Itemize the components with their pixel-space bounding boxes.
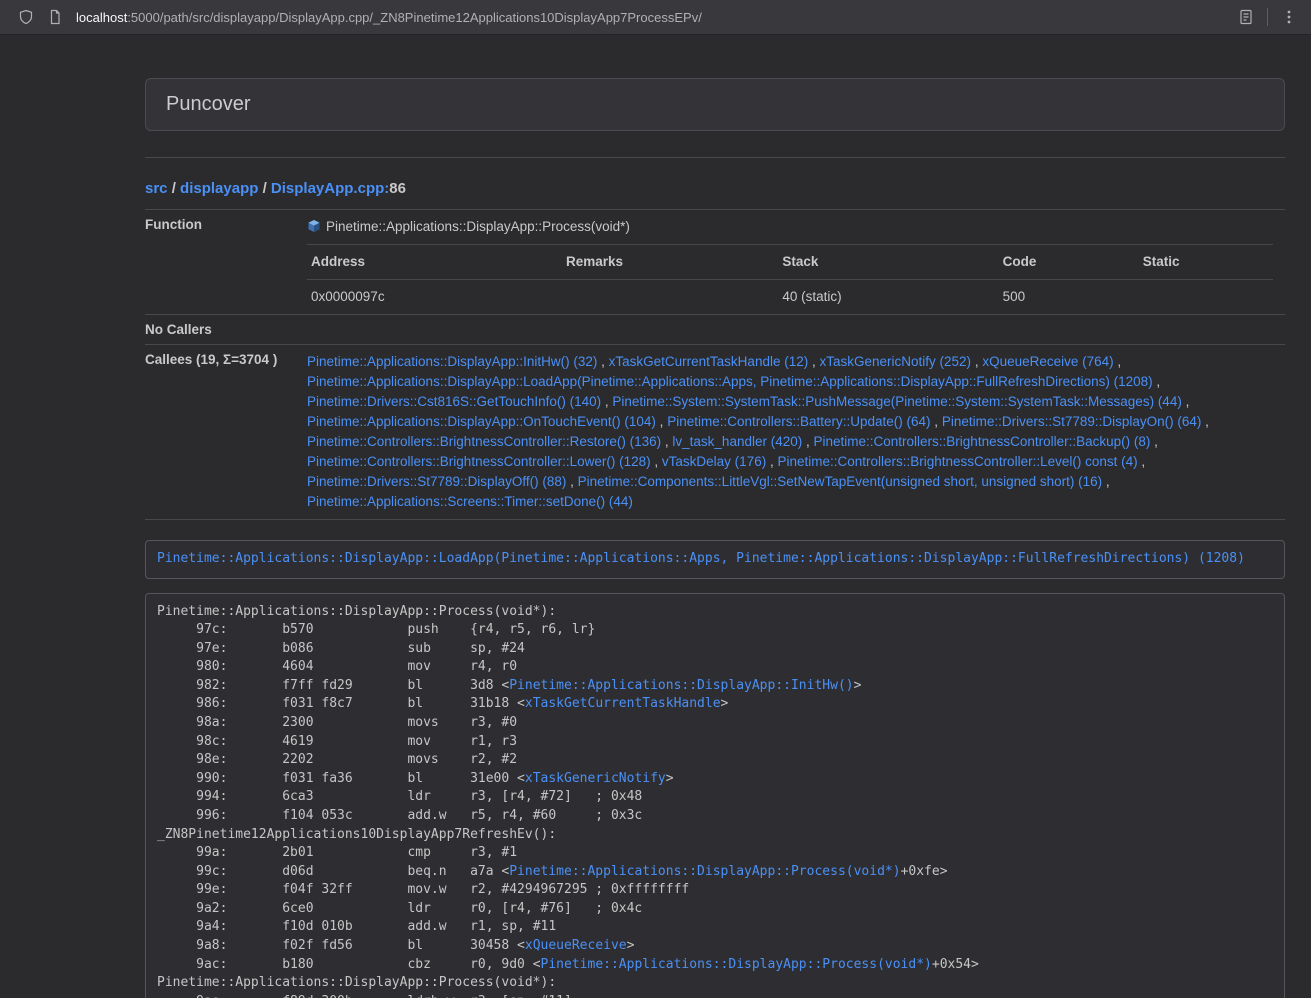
callee-separator: , [601, 394, 612, 409]
callee-separator: , [1114, 354, 1122, 369]
no-callers-cell [295, 315, 1285, 345]
callee-separator: , [971, 354, 982, 369]
callee-link[interactable]: Pinetime::Components::LittleVgl::SetNewT… [578, 474, 1103, 489]
callee-link[interactable]: xQueueReceive (764) [982, 354, 1113, 369]
callees-row: Callees (19, Σ=3704 ) Pinetime::Applicat… [145, 345, 1285, 520]
page-icon[interactable] [47, 9, 63, 25]
callee-link[interactable]: Pinetime::Controllers::BrightnessControl… [814, 434, 1151, 449]
callee-link[interactable]: Pinetime::Applications::DisplayApp::OnTo… [307, 414, 656, 429]
breadcrumb-text: 86 [389, 180, 406, 197]
code-symbol-link[interactable]: Pinetime::Applications::DisplayApp::Proc… [541, 957, 932, 972]
breadcrumb-link[interactable]: displayapp [180, 180, 258, 197]
callees-label: Callees (19, Σ=3704 ) [145, 345, 295, 520]
callee-link[interactable]: xTaskGetCurrentTaskHandle (12) [609, 354, 809, 369]
callee-link[interactable]: Pinetime::Controllers::BrightnessControl… [307, 454, 651, 469]
callee-link[interactable]: Pinetime::Applications::Screens::Timer::… [307, 494, 633, 509]
function-icon [307, 219, 321, 233]
breadcrumb-text: / [168, 180, 181, 197]
reader-mode-icon[interactable] [1238, 9, 1254, 25]
column-header: Static [1139, 245, 1273, 280]
highlighted-symbol-link[interactable]: Pinetime::Applications::DisplayApp::Load… [157, 551, 1245, 566]
column-header: Address [307, 245, 562, 280]
page-container: Puncover src / displayapp / DisplayApp.c… [145, 78, 1285, 998]
no-callers-row: No Callers [145, 315, 1285, 345]
code-symbol-link[interactable]: Pinetime::Applications::DisplayApp::Proc… [509, 864, 900, 879]
shield-icon[interactable] [18, 9, 34, 25]
code-symbol-link[interactable]: xQueueReceive [525, 938, 627, 953]
callee-separator: , [1153, 374, 1161, 389]
callee-link[interactable]: Pinetime::Applications::DisplayApp::Load… [307, 374, 1153, 389]
breadcrumb-text: / [258, 180, 271, 197]
callee-separator: , [1138, 454, 1146, 469]
callees-list: Pinetime::Applications::DisplayApp::Init… [295, 345, 1285, 520]
address-table: AddressRemarksStackCodeStatic 0x0000097c… [307, 244, 1273, 314]
callee-separator: , [651, 454, 662, 469]
callee-link[interactable]: Pinetime::Applications::DisplayApp::Init… [307, 354, 597, 369]
value-cell [1139, 280, 1273, 315]
callee-link[interactable]: Pinetime::System::SystemTask::PushMessag… [612, 394, 1181, 409]
url-bar[interactable]: localhost:5000/path/src/displayapp/Displ… [76, 10, 1225, 25]
value-cell: 40 (static) [778, 280, 998, 315]
callee-link[interactable]: Pinetime::Controllers::BrightnessControl… [307, 434, 661, 449]
function-cell: Pinetime::Applications::DisplayApp::Proc… [295, 210, 1285, 315]
callee-separator: , [766, 454, 777, 469]
callee-separator: , [931, 414, 942, 429]
value-cell: 500 [999, 280, 1139, 315]
address-table-values: 0x0000097c 40 (static)500 [307, 280, 1273, 315]
url-path: :5000/path/src/displayapp/DisplayApp.cpp… [127, 10, 702, 25]
code-symbol-link[interactable]: xTaskGenericNotify [525, 771, 666, 786]
column-header: Code [999, 245, 1139, 280]
value-cell: 0x0000097c [307, 280, 562, 315]
callee-link[interactable]: Pinetime::Drivers::St7789::DisplayOff() … [307, 474, 566, 489]
callee-link[interactable]: Pinetime::Drivers::St7789::DisplayOn() (… [942, 414, 1202, 429]
breadcrumb-link[interactable]: DisplayApp.cpp: [271, 180, 389, 197]
callee-separator: , [1201, 414, 1209, 429]
callee-separator: , [566, 474, 577, 489]
browser-toolbar: localhost:5000/path/src/displayapp/Displ… [0, 0, 1311, 35]
menu-kebab-icon[interactable] [1281, 9, 1297, 25]
callee-separator: , [656, 414, 667, 429]
column-header: Remarks [562, 245, 778, 280]
callee-separator: , [661, 434, 672, 449]
callee-separator: , [802, 434, 813, 449]
callee-link[interactable]: vTaskDelay (176) [662, 454, 766, 469]
divider [145, 157, 1285, 158]
function-label: Function [145, 210, 295, 315]
callee-separator: , [1150, 434, 1158, 449]
callee-separator: , [1182, 394, 1190, 409]
disassembly-code-block: Pinetime::Applications::DisplayApp::Proc… [145, 593, 1285, 998]
callee-link[interactable]: Pinetime::Drivers::Cst816S::GetTouchInfo… [307, 394, 601, 409]
value-cell [562, 280, 778, 315]
code-symbol-link[interactable]: xTaskGetCurrentTaskHandle [525, 696, 721, 711]
column-header: Stack [778, 245, 998, 280]
no-callers-label: No Callers [145, 315, 295, 345]
callee-link[interactable]: Pinetime::Controllers::BrightnessControl… [777, 454, 1137, 469]
toolbar-divider [1267, 8, 1268, 26]
highlighted-symbol-box: Pinetime::Applications::DisplayApp::Load… [145, 540, 1285, 579]
callee-separator: , [1102, 474, 1110, 489]
breadcrumb-link[interactable]: src [145, 180, 168, 197]
callee-link[interactable]: xTaskGenericNotify (252) [820, 354, 972, 369]
function-name: Pinetime::Applications::DisplayApp::Proc… [326, 219, 630, 234]
function-table: Function Pinetime::Applications::Display… [145, 209, 1285, 520]
callee-link[interactable]: lv_task_handler (420) [672, 434, 802, 449]
url-host: localhost [76, 10, 127, 25]
callee-link[interactable]: Pinetime::Controllers::Battery::Update()… [667, 414, 930, 429]
address-table-header: AddressRemarksStackCodeStatic [307, 245, 1273, 280]
callee-separator: , [808, 354, 819, 369]
page-title: Puncover [166, 93, 251, 115]
app-header: Puncover [145, 78, 1285, 131]
function-row: Function Pinetime::Applications::Display… [145, 210, 1285, 315]
breadcrumb: src / displayapp / DisplayApp.cpp:86 [145, 180, 1285, 197]
code-symbol-link[interactable]: Pinetime::Applications::DisplayApp::Init… [509, 678, 853, 693]
callee-separator: , [597, 354, 608, 369]
